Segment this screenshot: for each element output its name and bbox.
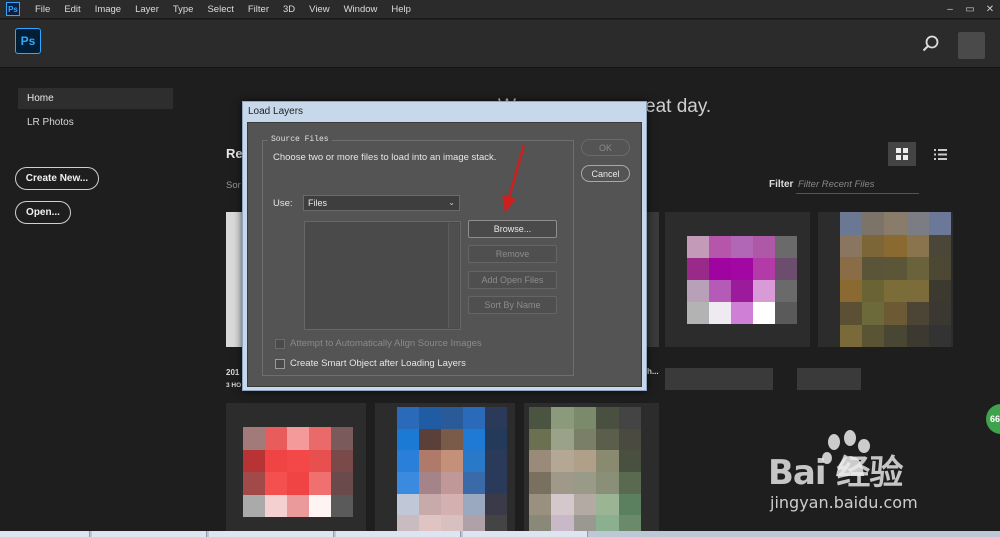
menu-window[interactable]: Window bbox=[337, 0, 385, 19]
greeting-text-right: eat day. bbox=[645, 96, 712, 117]
recent-file-meta-bar bbox=[797, 368, 861, 390]
file-list[interactable] bbox=[304, 221, 461, 330]
taskbar-item[interactable] bbox=[336, 531, 461, 537]
filter-recent-files-input[interactable] bbox=[796, 176, 919, 194]
notification-badge[interactable]: 66 bbox=[986, 404, 1000, 434]
watermark-url: jingyan.baidu.com bbox=[770, 493, 918, 512]
add-open-files-button[interactable]: Add Open Files bbox=[468, 271, 557, 289]
menu-select[interactable]: Select bbox=[200, 0, 240, 19]
home-header: Ps bbox=[0, 20, 1000, 68]
recent-file-meta-bar bbox=[665, 368, 773, 390]
taskbar-item[interactable] bbox=[0, 531, 90, 537]
recent-file-thumbnail[interactable] bbox=[818, 212, 953, 347]
menu-type[interactable]: Type bbox=[166, 0, 201, 19]
cancel-button[interactable]: Cancel bbox=[581, 165, 630, 182]
recent-file-thumbnail[interactable] bbox=[665, 212, 810, 347]
recent-file-thumbnail[interactable] bbox=[375, 403, 515, 537]
grid-view-button[interactable] bbox=[888, 142, 916, 166]
use-dropdown[interactable]: Files ⌄ bbox=[303, 195, 460, 211]
grid-icon bbox=[896, 148, 908, 160]
menu-image[interactable]: Image bbox=[88, 0, 128, 19]
search-icon[interactable] bbox=[922, 35, 940, 53]
taskbar-item[interactable] bbox=[463, 531, 588, 537]
recent-file-name: 201 bbox=[226, 368, 240, 377]
avatar[interactable] bbox=[958, 32, 985, 59]
recent-file-meta: 3 HO bbox=[226, 382, 242, 389]
smart-object-label: Create Smart Object after Loading Layers bbox=[290, 358, 466, 369]
menu-view[interactable]: View bbox=[302, 0, 336, 19]
photoshop-app-icon: Ps bbox=[6, 2, 20, 16]
use-label: Use: bbox=[273, 198, 293, 209]
menu-edit[interactable]: Edit bbox=[57, 0, 87, 19]
align-images-checkbox-row[interactable]: Attempt to Automatically Align Source Im… bbox=[275, 338, 482, 349]
recent-file-thumbnail[interactable] bbox=[226, 403, 366, 537]
menu-help[interactable]: Help bbox=[384, 0, 418, 19]
menu-3d[interactable]: 3D bbox=[276, 0, 302, 19]
recent-file-thumbnail[interactable] bbox=[524, 403, 659, 537]
minimize-button[interactable]: – bbox=[940, 0, 960, 19]
taskbar-item[interactable] bbox=[209, 531, 334, 537]
align-images-checkbox[interactable] bbox=[275, 338, 285, 349]
load-layers-dialog: Load Layers Source Files Choose two or m… bbox=[242, 101, 647, 391]
photoshop-logo: Ps bbox=[15, 28, 41, 54]
remove-button[interactable]: Remove bbox=[468, 245, 557, 263]
ok-button[interactable]: OK bbox=[581, 139, 630, 156]
file-list-scrollbar[interactable] bbox=[448, 223, 459, 328]
list-view-button[interactable] bbox=[928, 142, 952, 166]
filter-label: Filter bbox=[769, 179, 794, 190]
source-files-legend: Source Files bbox=[268, 135, 332, 144]
list-icon bbox=[933, 148, 947, 160]
recent-file-thumbnail[interactable] bbox=[647, 212, 659, 347]
window-controls: – ▭ ✕ bbox=[940, 0, 1000, 19]
sidebar-item-home[interactable]: Home bbox=[18, 88, 173, 109]
taskbar bbox=[0, 531, 1000, 537]
watermark-text: Bai 经验 bbox=[768, 453, 903, 493]
browse-button[interactable]: Browse... bbox=[468, 220, 557, 238]
open-button[interactable]: Open... bbox=[15, 201, 71, 224]
instruction-text: Choose two or more files to load into an… bbox=[273, 152, 497, 163]
taskbar-item[interactable] bbox=[92, 531, 207, 537]
align-images-label: Attempt to Automatically Align Source Im… bbox=[290, 338, 482, 349]
create-new-button[interactable]: Create New... bbox=[15, 167, 99, 190]
menu-file[interactable]: File bbox=[28, 0, 57, 19]
smart-object-checkbox-row[interactable]: Create Smart Object after Loading Layers bbox=[275, 358, 466, 369]
restore-button[interactable]: ▭ bbox=[960, 0, 980, 19]
recent-file-meta: h... bbox=[647, 367, 659, 376]
red-arrow-annotation bbox=[502, 144, 526, 213]
sidebar-item-lr-photos[interactable]: LR Photos bbox=[27, 117, 74, 128]
recent-files-title: Re bbox=[226, 146, 243, 161]
dialog-title: Load Layers bbox=[248, 106, 304, 117]
chevron-down-icon: ⌄ bbox=[448, 198, 455, 207]
menu-filter[interactable]: Filter bbox=[241, 0, 276, 19]
menu-layer[interactable]: Layer bbox=[128, 0, 166, 19]
sort-by-name-button[interactable]: Sort By Name bbox=[468, 296, 557, 314]
close-window-button[interactable]: ✕ bbox=[980, 0, 1000, 19]
sort-label: Sor bbox=[226, 180, 241, 191]
menu-bar: Ps File Edit Image Layer Type Select Fil… bbox=[0, 0, 1000, 19]
dialog-body: Source Files Choose two or more files to… bbox=[247, 122, 642, 387]
use-dropdown-value: Files bbox=[308, 198, 328, 208]
smart-object-checkbox[interactable] bbox=[275, 358, 285, 369]
